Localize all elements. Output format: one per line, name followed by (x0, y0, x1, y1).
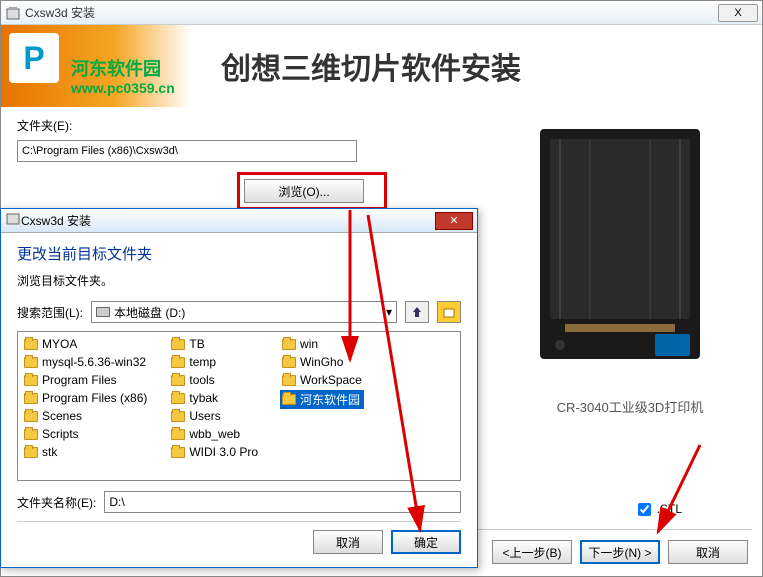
folder-item[interactable]: 河东软件园 (280, 390, 364, 409)
folder-item[interactable]: WinGho (280, 354, 364, 370)
folder-item-label: wbb_web (189, 427, 240, 441)
browse-highlight: 浏览(O)... (237, 172, 387, 210)
drive-select[interactable]: 本地磁盘 (D:) ▾ (91, 301, 397, 323)
dialog-separator (17, 521, 461, 522)
folder-item[interactable]: Program Files (x86) (22, 390, 149, 406)
folder-icon (24, 429, 38, 440)
folder-item[interactable]: tools (169, 372, 260, 388)
back-button[interactable]: <上一步(B) (492, 540, 572, 564)
folder-icon (24, 339, 38, 350)
main-button-row: <上一步(B) 下一步(N) > 取消 (492, 540, 748, 564)
search-row: 搜索范围(L): 本地磁盘 (D:) ▾ (17, 301, 461, 323)
folder-item[interactable]: WIDI 3.0 Pro (169, 444, 260, 460)
printer-caption: CR-3040工业级3D打印机 (510, 397, 750, 416)
dialog-heading: 更改当前目标文件夹 (17, 243, 461, 264)
name-row: 文件夹名称(E): (17, 491, 461, 513)
dialog-cancel-button[interactable]: 取消 (313, 530, 383, 554)
browse-dialog: Cxsw3d 安装 ✕ 更改当前目标文件夹 浏览目标文件夹。 搜索范围(L): … (0, 208, 478, 568)
folder-item-label: Users (189, 409, 220, 423)
folder-icon (282, 375, 296, 386)
banner-title: 创想三维切片软件安装 (221, 44, 521, 88)
drive-icon (96, 307, 110, 317)
next-button[interactable]: 下一步(N) > (580, 540, 660, 564)
folder-item[interactable]: win (280, 336, 364, 352)
folder-icon (171, 447, 185, 458)
up-folder-button[interactable] (405, 301, 429, 323)
folder-icon (171, 339, 185, 350)
installer-icon (5, 5, 21, 21)
dialog-title: Cxsw3d 安装 (21, 212, 435, 229)
folder-item-label: mysql-5.6.36-win32 (42, 355, 146, 369)
dialog-ok-button[interactable]: 确定 (391, 530, 461, 554)
folder-item[interactable]: mysql-5.6.36-win32 (22, 354, 149, 370)
folder-item[interactable]: Scripts (22, 426, 149, 442)
folder-item-label: Program Files (42, 373, 117, 387)
folder-item[interactable]: Users (169, 408, 260, 424)
file-list[interactable]: MYOA mysql-5.6.36-win32 Program Files Progr… (17, 331, 461, 481)
folder-item[interactable]: tybak (169, 390, 260, 406)
dialog-subtext: 浏览目标文件夹。 (17, 272, 461, 289)
folder-item[interactable]: temp (169, 354, 260, 370)
folder-item-label: TB (189, 337, 204, 351)
folder-item[interactable]: wbb_web (169, 426, 260, 442)
folder-item[interactable]: Program Files (22, 372, 149, 388)
main-title-bar: Cxsw3d 安装 X (1, 1, 762, 25)
folder-item-label: WinGho (300, 355, 343, 369)
stl-checkbox-row: .STL (638, 502, 682, 516)
folder-name-input[interactable] (104, 491, 461, 513)
folder-item-label: 河东软件园 (300, 391, 360, 408)
folder-icon (171, 411, 185, 422)
folder-item-label: Scripts (42, 427, 79, 441)
folder-item-label: tools (189, 373, 214, 387)
folder-item[interactable]: Scenes (22, 408, 149, 424)
folder-icon (24, 447, 38, 458)
watermark-url: www.pc0359.cn (71, 80, 175, 96)
banner: P 河东软件园 www.pc0359.cn 创想三维切片软件安装 (1, 25, 762, 107)
folder-item-label: win (300, 337, 318, 351)
folder-icon (24, 357, 38, 368)
folder-item-label: WorkSpace (300, 373, 362, 387)
stl-checkbox[interactable] (638, 503, 651, 516)
folder-icon (282, 394, 296, 405)
folder-icon (282, 357, 296, 368)
main-close-button[interactable]: X (718, 4, 758, 22)
creality-logo: P (9, 33, 69, 93)
search-label: 搜索范围(L): (17, 304, 83, 321)
dialog-button-row: 取消 确定 (17, 530, 461, 554)
stl-label: .STL (657, 502, 682, 516)
folder-item-label: temp (189, 355, 216, 369)
drive-text: 本地磁盘 (D:) (114, 304, 185, 321)
dialog-title-bar: Cxsw3d 安装 ✕ (1, 209, 477, 233)
folder-item[interactable]: stk (22, 444, 149, 460)
folder-icon (282, 339, 296, 350)
printer-image: CR-3040工业级3D打印机 (510, 109, 750, 449)
name-label: 文件夹名称(E): (17, 494, 96, 511)
folder-icon (24, 411, 38, 422)
cancel-button[interactable]: 取消 (668, 540, 748, 564)
folder-icon (24, 393, 38, 404)
folder-item[interactable]: TB (169, 336, 260, 352)
folder-item-label: Program Files (x86) (42, 391, 147, 405)
folder-icon (171, 357, 185, 368)
folder-item-label: tybak (189, 391, 218, 405)
folder-icon (171, 393, 185, 404)
folder-item[interactable]: MYOA (22, 336, 149, 352)
folder-item-label: stk (42, 445, 57, 459)
dialog-icon (5, 210, 21, 231)
folder-icon (171, 429, 185, 440)
main-title: Cxsw3d 安装 (25, 4, 718, 21)
watermark-text: 河东软件园 (71, 55, 161, 81)
folder-item[interactable]: WorkSpace (280, 372, 364, 388)
folder-icon (24, 375, 38, 386)
folder-item-label: WIDI 3.0 Pro (189, 445, 258, 459)
path-input[interactable] (17, 140, 357, 162)
dialog-close-button[interactable]: ✕ (435, 212, 473, 230)
browse-button[interactable]: 浏览(O)... (244, 179, 364, 203)
folder-item-label: MYOA (42, 337, 77, 351)
folder-icon (171, 375, 185, 386)
new-folder-button[interactable] (437, 301, 461, 323)
folder-item-label: Scenes (42, 409, 82, 423)
